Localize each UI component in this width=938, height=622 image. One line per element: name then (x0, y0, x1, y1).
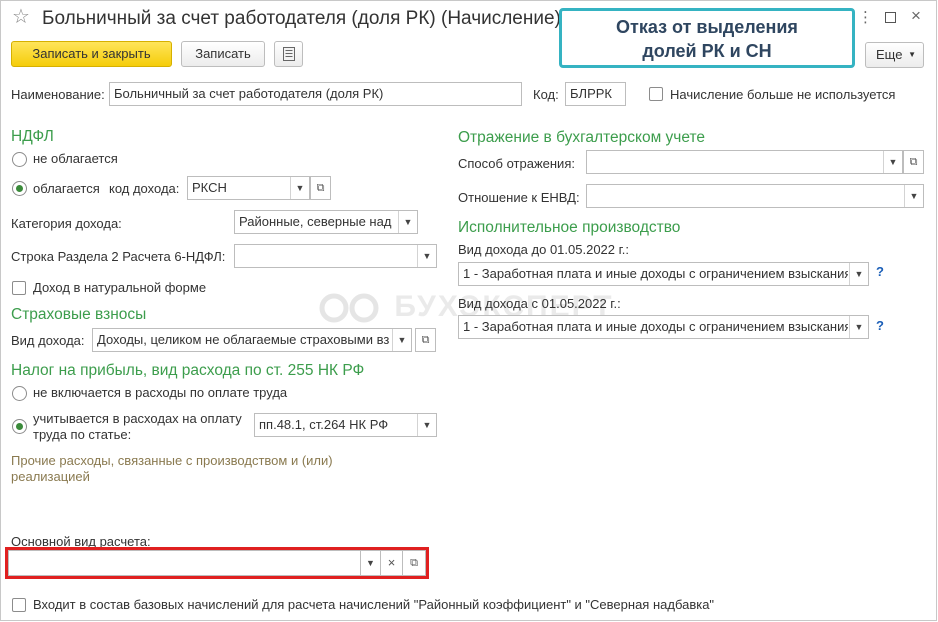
section2-line-select[interactable]: ▼ (234, 244, 437, 268)
dropdown-arrow-icon[interactable]: ▼ (417, 414, 436, 436)
open-form-icon[interactable]: ⧉ (415, 328, 436, 352)
in-kind-label: Доход в натуральной форме (33, 280, 207, 295)
more-button-label: Еще (876, 47, 903, 62)
included-label-line1: учитывается в расходах на оплату (33, 411, 242, 426)
save-and-close-button[interactable]: Записать и закрыть (11, 41, 172, 67)
other-expenses-line2: реализацией (11, 469, 90, 484)
highlight-box (5, 547, 429, 579)
callout-line-2: долей РК и СН (642, 41, 772, 61)
expense-article-value: пп.48.1, ст.264 НК РФ (259, 417, 389, 432)
income-after-select[interactable]: 1 - Заработная плата и иные доходы с огр… (458, 315, 869, 339)
more-button[interactable]: Еще ▼ (865, 42, 924, 68)
open-form-icon[interactable]: ⧉ (903, 150, 924, 174)
help-icon[interactable]: ? (876, 264, 884, 279)
base-accruals-checkbox[interactable] (12, 598, 26, 612)
envd-label: Отношение к ЕНВД: (458, 190, 580, 205)
name-label: Наименование: (11, 87, 105, 102)
income-code-label: код дохода: (109, 181, 180, 196)
taxed-radio[interactable] (12, 181, 27, 196)
dropdown-arrow-icon[interactable]: ▼ (417, 245, 436, 267)
accounting-section-title: Отражение в бухгалтерском учете (458, 129, 706, 146)
dropdown-arrow-icon[interactable]: ▼ (849, 316, 868, 338)
profit-tax-section-title: Налог на прибыль, вид расхода по ст. 255… (11, 362, 365, 379)
document-list-icon[interactable] (274, 41, 303, 67)
taxed-label: облагается (33, 181, 100, 196)
not-included-radio[interactable] (12, 386, 27, 401)
chevron-down-icon: ▼ (908, 50, 916, 59)
income-code-select[interactable]: РКСН ▼ (187, 176, 310, 200)
included-label-line2: труда по статье: (33, 427, 132, 442)
open-form-icon[interactable]: ⧉ (310, 176, 331, 200)
income-before-value: 1 - Заработная плата и иные доходы с огр… (463, 266, 848, 281)
not-taxed-radio[interactable] (12, 152, 27, 167)
ndfl-section-title: НДФЛ (11, 128, 54, 145)
other-expenses-line1: Прочие расходы, связанные с производство… (11, 453, 333, 468)
income-category-value: Районные, северные над (239, 214, 392, 229)
in-kind-checkbox[interactable] (12, 281, 26, 295)
accounting-method-select[interactable]: ▼ (586, 150, 903, 174)
window-title: Больничный за счет работодателя (доля РК… (42, 8, 561, 29)
callout-line-1: Отказ от выделения (616, 17, 798, 37)
callout-annotation: Отказ от выделения долей РК и СН (559, 8, 855, 68)
dropdown-arrow-icon[interactable]: ▼ (849, 263, 868, 285)
maximize-icon[interactable] (885, 12, 896, 23)
code-input[interactable]: БЛРРК (565, 82, 626, 106)
insurance-income-type-select[interactable]: Доходы, целиком не облагаемые страховыми… (92, 328, 412, 352)
unused-checkbox[interactable] (649, 87, 663, 101)
insurance-income-type-label: Вид дохода: (11, 333, 85, 348)
expense-article-select[interactable]: пп.48.1, ст.264 НК РФ ▼ (254, 413, 437, 437)
income-after-label: Вид дохода с 01.05.2022 г.: (458, 296, 621, 311)
income-category-select[interactable]: Районные, северные над ▼ (234, 210, 418, 234)
income-after-value: 1 - Заработная плата и иные доходы с огр… (463, 319, 848, 334)
insurance-section-title: Страховые взносы (11, 306, 147, 323)
insurance-income-type-value: Доходы, целиком не облагаемые страховыми… (97, 332, 390, 347)
dropdown-arrow-icon[interactable]: ▼ (398, 211, 417, 233)
income-before-label: Вид дохода до 01.05.2022 г.: (458, 242, 630, 257)
included-radio[interactable] (12, 419, 27, 434)
name-input[interactable]: Больничный за счет работодателя (доля РК… (109, 82, 522, 106)
code-label: Код: (533, 87, 559, 102)
income-before-select[interactable]: 1 - Заработная плата и иные доходы с огр… (458, 262, 869, 286)
dropdown-arrow-icon[interactable]: ▼ (392, 329, 411, 351)
code-input-value: БЛРРК (570, 86, 612, 101)
dropdown-arrow-icon[interactable]: ▼ (883, 151, 902, 173)
unused-label: Начисление больше не используется (670, 87, 896, 102)
income-category-label: Категория дохода: (11, 216, 122, 231)
help-icon[interactable]: ? (876, 318, 884, 333)
save-button[interactable]: Записать (181, 41, 265, 67)
accounting-method-label: Способ отражения: (458, 156, 575, 171)
vertical-dots-icon[interactable]: ⋮ (858, 10, 873, 25)
name-input-value: Больничный за счет работодателя (доля РК… (114, 86, 384, 101)
enforcement-section-title: Исполнительное производство (458, 219, 681, 236)
not-taxed-label: не облагается (33, 151, 118, 166)
envd-select[interactable]: ▼ (586, 184, 924, 208)
dropdown-arrow-icon[interactable]: ▼ (290, 177, 309, 199)
star-icon[interactable]: ☆ (12, 7, 30, 27)
dropdown-arrow-icon[interactable]: ▼ (904, 185, 923, 207)
section2-line-label: Строка Раздела 2 Расчета 6-НДФЛ: (11, 249, 226, 264)
close-icon[interactable]: × (911, 7, 921, 24)
base-accruals-label: Входит в состав базовых начислений для р… (33, 597, 715, 612)
not-included-label: не включается в расходы по оплате труда (33, 385, 288, 400)
